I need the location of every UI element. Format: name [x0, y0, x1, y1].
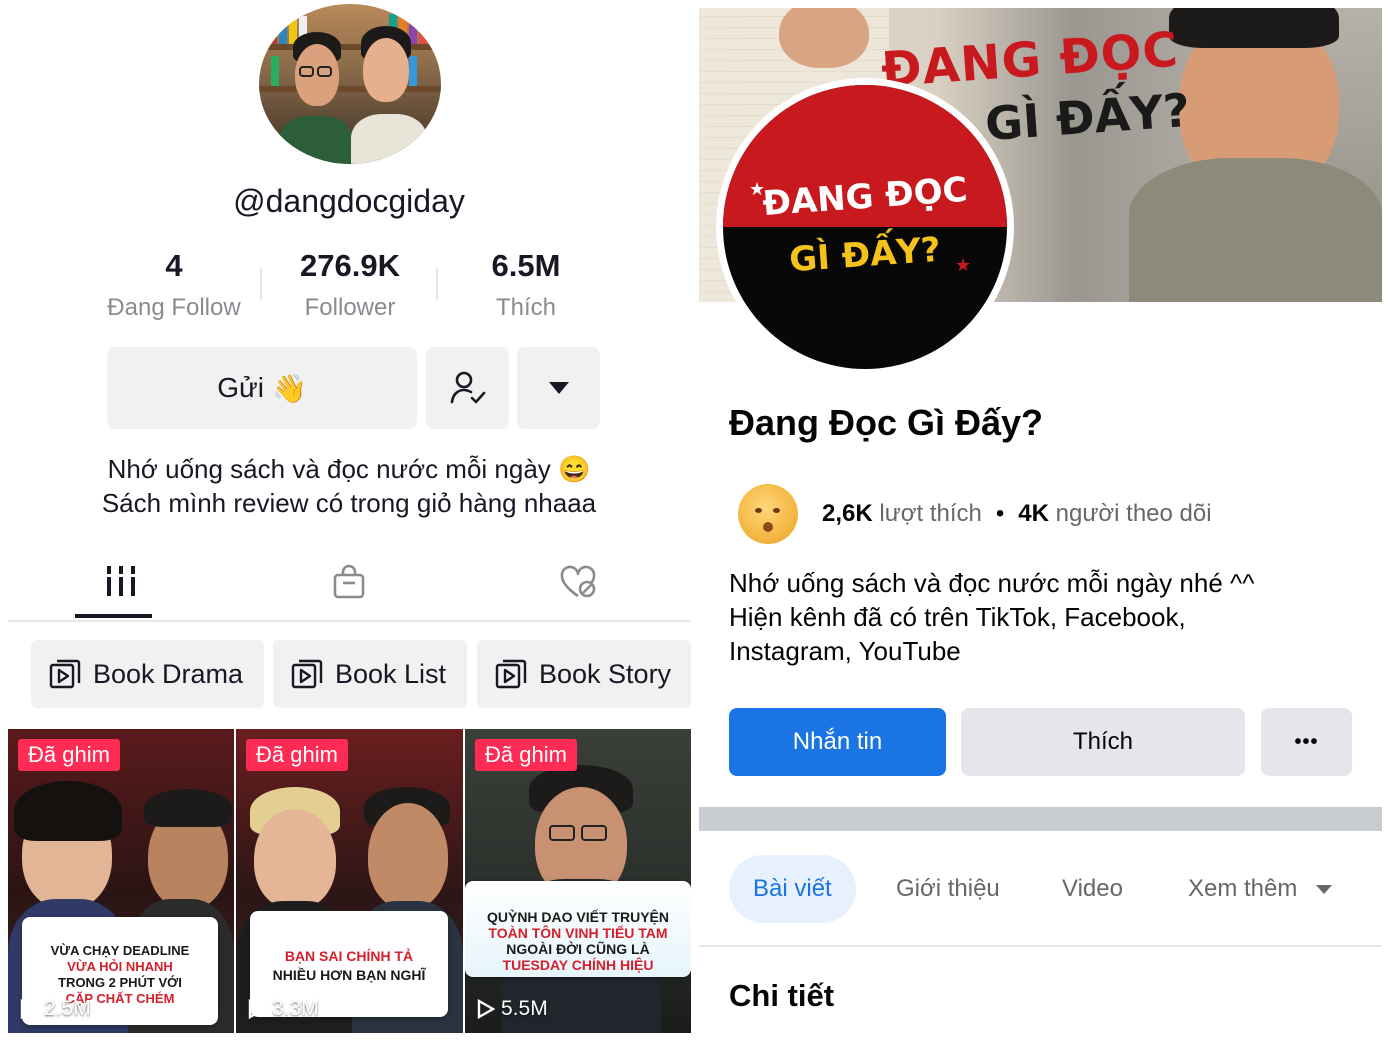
heart-hidden-icon[interactable]: [558, 564, 598, 600]
tab-videos[interactable]: Video: [1062, 855, 1123, 923]
tiktok-avatar[interactable]: [259, 4, 441, 164]
waving-hand-icon: 👋: [271, 372, 307, 404]
video-thumbnail[interactable]: Đã ghim VỪA CHẠY DEADLINE VỪA HỎI NHANH …: [8, 729, 234, 1033]
star-icon: ★: [749, 179, 766, 199]
more-dots-icon: •••: [1294, 730, 1319, 753]
followers-label: người theo dõi: [1055, 500, 1212, 527]
active-tab-indicator: [75, 614, 152, 618]
view-count-value: 2.5M: [44, 997, 91, 1020]
friends-button[interactable]: [426, 347, 509, 429]
tab-label: Bài viết: [753, 875, 832, 902]
details-heading: Chi tiết: [729, 978, 835, 1013]
play-icon: [477, 999, 495, 1019]
likes-count: 2,6K: [822, 500, 873, 527]
tab-label: Xem thêm: [1188, 875, 1298, 902]
view-count-value: 5.5M: [501, 997, 548, 1020]
caption-line: BẠN SAI CHÍNH TẢ: [284, 948, 414, 964]
message-button[interactable]: Nhắn tin: [729, 708, 946, 776]
page-profile-picture[interactable]: ĐANG ĐỌC GÌ ĐẤY? ★ ★: [716, 78, 1014, 376]
followers-count: 4K: [1018, 500, 1049, 527]
user-check-icon: [450, 371, 485, 404]
message-button-label: Nhắn tin: [792, 728, 883, 755]
more-options-button[interactable]: •••: [1261, 708, 1352, 776]
tab-bar-divider: [699, 945, 1382, 947]
star-icon: ★: [955, 255, 972, 275]
playlist-icon: [495, 659, 527, 689]
view-count: 5.5M: [477, 997, 548, 1021]
view-count-value: 3.3M: [272, 997, 319, 1020]
caption-line: NHIỀU HƠN BẠN NGHĨ: [272, 967, 426, 983]
cover-title-line2: GÌ ĐẤY?: [983, 82, 1192, 152]
caption-line: QUỲNH DAO VIẾT TRUYỆN: [486, 909, 669, 925]
playlist-label: Book Story: [539, 658, 672, 689]
page-bio-line3: Instagram, YouTube: [729, 636, 961, 666]
view-count: 2.5M: [20, 997, 91, 1021]
tiktok-profile: @dangdocgiday 4 Đang Follow 276.9K Follo…: [0, 0, 698, 1043]
shopping-bag-icon[interactable]: [332, 564, 366, 600]
tab-label: Video: [1062, 875, 1123, 902]
video-thumbnail[interactable]: Đã ghim QUỲNH DAO VIẾT TRUYỆN TOÀN TÔN V…: [465, 729, 691, 1033]
page-title: Đang Đọc Gì Đấy?: [729, 402, 1044, 443]
caption-line: VỪA HỎI NHANH: [67, 959, 173, 974]
page-bio-line1: Nhớ uống sách và đọc nước mỗi ngày nhé ^…: [729, 568, 1255, 598]
video-thumbnail[interactable]: Đã ghim BẠN SAI CHÍNH TẢ NHIỀU HƠN BẠN N…: [236, 729, 463, 1033]
caption-line: VỪA CHẠY DEADLINE: [50, 943, 190, 958]
pinned-badge: Đã ghim: [475, 739, 577, 771]
stat-followers[interactable]: 276.9K Follower: [265, 248, 435, 322]
playlist-book-story[interactable]: Book Story: [477, 640, 691, 708]
caret-down-icon: [548, 382, 569, 394]
view-count: 3.3M: [248, 997, 319, 1021]
playlist-label: Book Drama: [93, 658, 244, 689]
send-button[interactable]: Gửi 👋: [107, 347, 417, 429]
page-bio: Nhớ uống sách và đọc nước mỗi ngày nhé ^…: [729, 566, 1254, 668]
stat-likes-label: Thích: [495, 294, 557, 321]
stat-divider: [260, 268, 262, 300]
stat-divider: [436, 268, 438, 300]
caption-line: TUESDAY CHÍNH HIỆU: [502, 957, 654, 973]
page-bio-line2: Hiện kênh đã có trên TikTok, Facebook,: [729, 602, 1186, 632]
page-stats: 2,6K lượt thích • 4K người theo dõi: [738, 484, 1212, 544]
playlist-book-list[interactable]: Book List: [273, 640, 467, 708]
stat-following[interactable]: 4 Đang Follow: [89, 248, 259, 322]
friend-avatar[interactable]: [738, 484, 798, 544]
stat-likes-value: 6.5M: [491, 248, 561, 283]
stat-following-label: Đang Follow: [107, 294, 241, 321]
tab-see-more[interactable]: Xem thêm: [1188, 855, 1333, 923]
facebook-page: ĐANG ĐỌC GÌ ĐẤY? ĐANG ĐỌC GÌ ĐẤY? ★ ★ Đa…: [698, 0, 1390, 1043]
tiktok-username: @dangdocgiday: [233, 183, 465, 219]
caption-line: NGOÀI ĐỜI CŨNG LÀ: [506, 941, 650, 957]
play-icon: [20, 999, 38, 1019]
like-page-button[interactable]: Thích: [961, 708, 1245, 776]
video-caption-card: QUỲNH DAO VIẾT TRUYỆN TOÀN TÔN VINH TIỂU…: [465, 881, 691, 977]
pinned-badge: Đã ghim: [246, 739, 348, 771]
stat-likes: 6.5M Thích: [441, 248, 611, 322]
stat-following-value: 4: [165, 248, 183, 283]
likes-label: lượt thích: [879, 500, 982, 527]
caption-line: TRONG 2 PHÚT VỚI: [58, 975, 182, 990]
pinned-badge: Đã ghim: [18, 739, 120, 771]
stat-followers-value: 276.9K: [300, 248, 400, 283]
playlist-icon: [291, 659, 323, 689]
section-divider: [699, 807, 1382, 831]
tab-about[interactable]: Giới thiệu: [896, 855, 1000, 923]
playlist-label: Book List: [335, 658, 447, 689]
tab-label: Giới thiệu: [896, 875, 1000, 902]
send-button-label: Gửi: [217, 372, 264, 403]
page-logo: ĐANG ĐỌC GÌ ĐẤY? ★ ★: [723, 85, 1007, 369]
caption-line: TOÀN TÔN VINH TIỂU TAM: [488, 925, 668, 941]
more-options-button[interactable]: [517, 347, 600, 429]
grid-icon[interactable]: [105, 564, 137, 598]
playlist-book-drama[interactable]: Book Drama: [31, 640, 264, 708]
playlist-icon: [49, 659, 81, 689]
like-page-button-label: Thích: [1072, 728, 1134, 755]
stat-followers-label: Follower: [304, 294, 396, 321]
stats-separator: •: [995, 500, 1005, 527]
tiktok-bio-line2: Sách mình review có trong giỏ hàng nhaaa: [101, 488, 597, 518]
tiktok-bio-line1: Nhớ uống sách và đọc nước mỗi ngày 😄: [107, 454, 591, 484]
play-icon: [248, 999, 266, 1019]
tab-posts[interactable]: Bài viết: [729, 855, 856, 923]
tiktok-bio: Nhớ uống sách và đọc nước mỗi ngày 😄 Sác…: [0, 452, 698, 520]
tiktok-tabs: [8, 552, 691, 622]
caret-down-icon: [1316, 884, 1333, 894]
